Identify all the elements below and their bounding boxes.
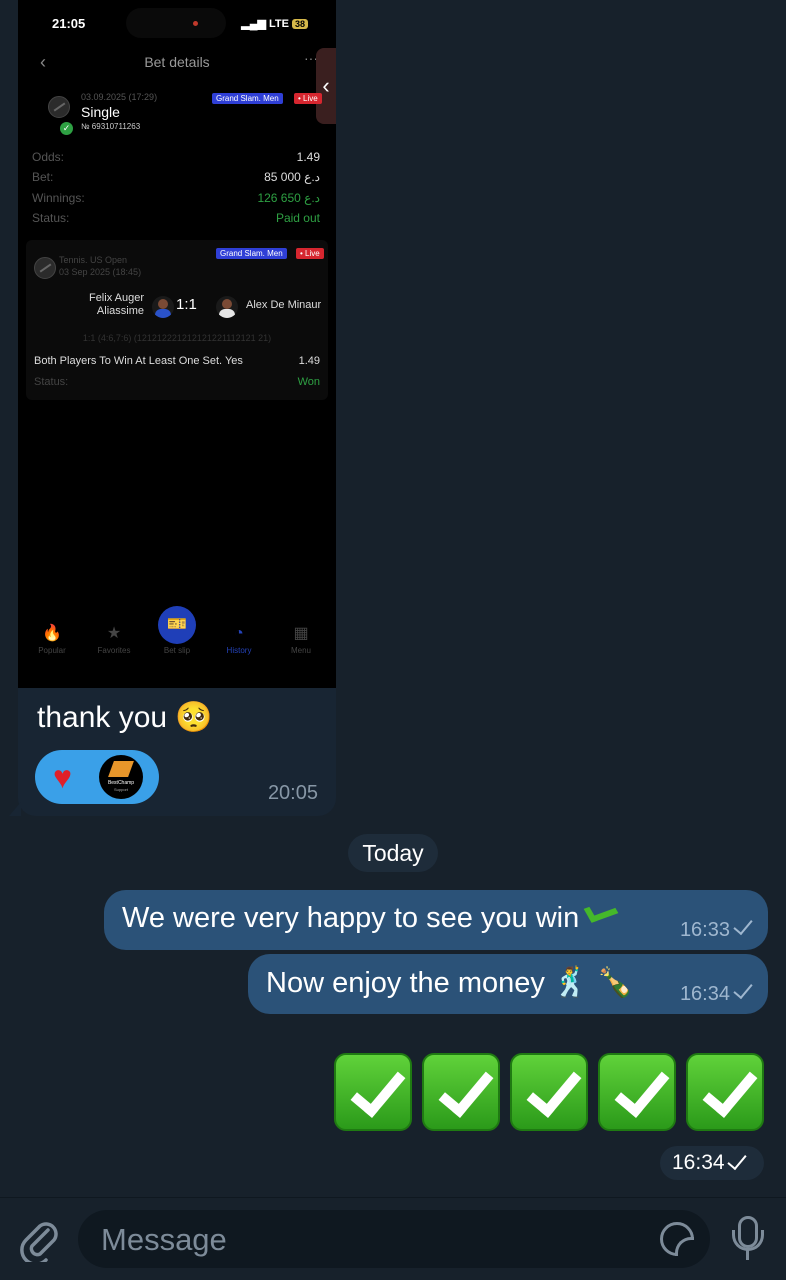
row-value: 1.49: [296, 150, 320, 164]
bet-type: Single: [81, 104, 120, 120]
incoming-message[interactable]: 21:05 ▂▄▆ LTE 38 ‹ Bet details ··· ‹ ✓ 03…: [9, 0, 336, 816]
check-badge-icon: ✓: [60, 122, 73, 135]
player1-name: Felix Auger Aliassime: [88, 292, 144, 317]
network-label: LTE: [269, 18, 289, 30]
bubble-tail: [9, 802, 21, 816]
time-text: 16:33: [679, 919, 730, 941]
outgoing-message[interactable]: We were very happy to see you win 16:33: [104, 890, 768, 950]
bet-screenshot-image[interactable]: 21:05 ▂▄▆ LTE 38 ‹ Bet details ··· ‹ ✓ 03…: [18, 0, 336, 688]
row-label: Odds:: [32, 150, 65, 164]
event-date: 03 Sep 2025 (18:45): [59, 267, 142, 277]
dynamic-island: [126, 8, 226, 38]
outgoing-message[interactable]: Now enjoy the money 🕺 🍾 16:34: [248, 954, 768, 1014]
message-input[interactable]: Message: [78, 1210, 710, 1268]
check-box-emoji-icon: [598, 1053, 676, 1131]
bet-summary-card: ✓ 03.09.2025 (17:29) Single № 6931071126…: [26, 84, 328, 232]
heart-icon: ♥: [53, 759, 72, 795]
grid-icon: ▦: [293, 625, 309, 642]
tab-popular: 🔥 Popular: [22, 624, 82, 655]
sent-check-icon: [727, 1149, 747, 1171]
live-tag: • Live: [296, 248, 324, 259]
row-value: 126 650 د.ع: [257, 191, 320, 205]
status-row: Status: Paid out: [32, 211, 320, 227]
bestchamp-logo-icon: [108, 761, 134, 777]
battery-icon: 38: [291, 19, 308, 29]
reactions-pill[interactable]: ♥ BestChamp Support: [35, 750, 159, 804]
odds-row: Odds: 1.49: [32, 150, 320, 166]
player2-name: Alex De Minaur: [246, 299, 322, 311]
tab-favorites: ★ Favorites: [84, 624, 144, 655]
message-placeholder: Message: [101, 1222, 227, 1257]
message-composer: Message: [0, 1197, 786, 1280]
check-box-emoji-icon: [686, 1053, 764, 1131]
clock-icon: ◔: [234, 625, 244, 642]
event-status-value: Won: [297, 376, 320, 388]
market-name: Both Players To Win At Least One Set. Ye…: [34, 355, 243, 367]
phone-time: 21:05: [52, 16, 86, 31]
network-indicator: ▂▄▆ LTE 38: [241, 17, 308, 30]
bet-row: Bet: 85 000 د.ع: [32, 170, 320, 186]
tab-menu: ▦ Menu: [271, 624, 331, 655]
live-tag: • Live: [294, 93, 322, 104]
row-label: Status:: [32, 211, 70, 225]
tab-label: History: [226, 646, 252, 655]
flame-icon: 🔥: [42, 625, 62, 642]
brand-sub: Support: [113, 787, 128, 792]
match-score: 1:1: [176, 296, 197, 313]
tab-label: Menu: [290, 646, 311, 655]
row-label: Winnings:: [32, 191, 85, 205]
message-time: 16:33: [679, 914, 753, 942]
check-box-emoji-icon: [334, 1053, 412, 1131]
message-time: 20:05: [267, 782, 318, 804]
time-text: 16:34: [672, 1151, 725, 1174]
emoji-message-time: 16:34: [660, 1146, 764, 1180]
tab-label: Favorites: [97, 646, 131, 655]
event-card: Tennis. US Open 03 Sep 2025 (18:45) Gran…: [26, 240, 328, 400]
message-text: We were very happy to see you win: [122, 902, 619, 935]
tennis-ball-icon: [34, 257, 56, 279]
tournament-tag: Grand Slam. Men: [212, 93, 283, 104]
phone-status-bar: 21:05 ▂▄▆ LTE 38: [18, 0, 336, 48]
date-separator: Today: [348, 834, 438, 872]
event-sport: Tennis. US Open 03 Sep 2025 (18:45): [59, 254, 141, 278]
tab-label: Bet slip: [163, 646, 191, 655]
row-value: Paid out: [275, 211, 320, 225]
check-box-emoji-icon: [422, 1053, 500, 1131]
row-label: Bet:: [32, 170, 54, 184]
bet-number: № 69310711263: [81, 122, 141, 131]
row-value: 85 000 د.ع: [264, 170, 320, 184]
check-box-emoji-icon: [510, 1053, 588, 1131]
microphone-stem: [746, 1250, 749, 1260]
sent-check-icon: [733, 914, 753, 936]
message-body: We were very happy to see you win: [122, 902, 580, 934]
message-caption: thank you 🥺: [37, 701, 213, 734]
tab-label: Popular: [38, 646, 66, 655]
set-scores: 1:1 (4:6,7:6) (121212221212121221112121 …: [82, 333, 272, 343]
attach-paperclip-icon[interactable]: [18, 1216, 60, 1262]
app-tab-bar: 🔥 Popular ★ Favorites 🎫 Bet slip ◔ History …: [18, 600, 336, 688]
check-mark-emoji-icon: [589, 905, 619, 917]
event-league: Tennis. US Open: [59, 255, 128, 265]
bet-nav-title: Bet details: [144, 54, 210, 70]
message-time: 16:34: [679, 978, 753, 1006]
market-odds: 1.49: [298, 355, 320, 367]
player1-avatar: [152, 296, 174, 318]
tab-bet-slip: Bet slip: [147, 624, 207, 655]
sticker-icon[interactable]: [660, 1222, 694, 1256]
bet-date: 03.09.2025 (17:29): [81, 92, 158, 102]
star-icon: ★: [106, 625, 122, 642]
bet-nav-bar: ‹ Bet details ···: [18, 48, 336, 78]
tournament-tag: Grand Slam. Men: [216, 248, 287, 259]
tab-history: ◔ History: [209, 624, 269, 655]
message-text: Now enjoy the money 🕺 🍾: [266, 967, 634, 999]
event-status-label: Status:: [34, 376, 69, 388]
sent-check-icon: [733, 978, 753, 1000]
reactor-avatar: BestChamp Support: [99, 755, 143, 799]
emoji-message[interactable]: [334, 1053, 766, 1133]
player2-avatar: [216, 296, 238, 318]
tennis-ball-icon: [48, 96, 70, 118]
brand-name: BestChamp: [107, 780, 135, 786]
time-text: 16:34: [679, 983, 730, 1005]
winnings-row: Winnings: 126 650 د.ع: [32, 191, 320, 207]
